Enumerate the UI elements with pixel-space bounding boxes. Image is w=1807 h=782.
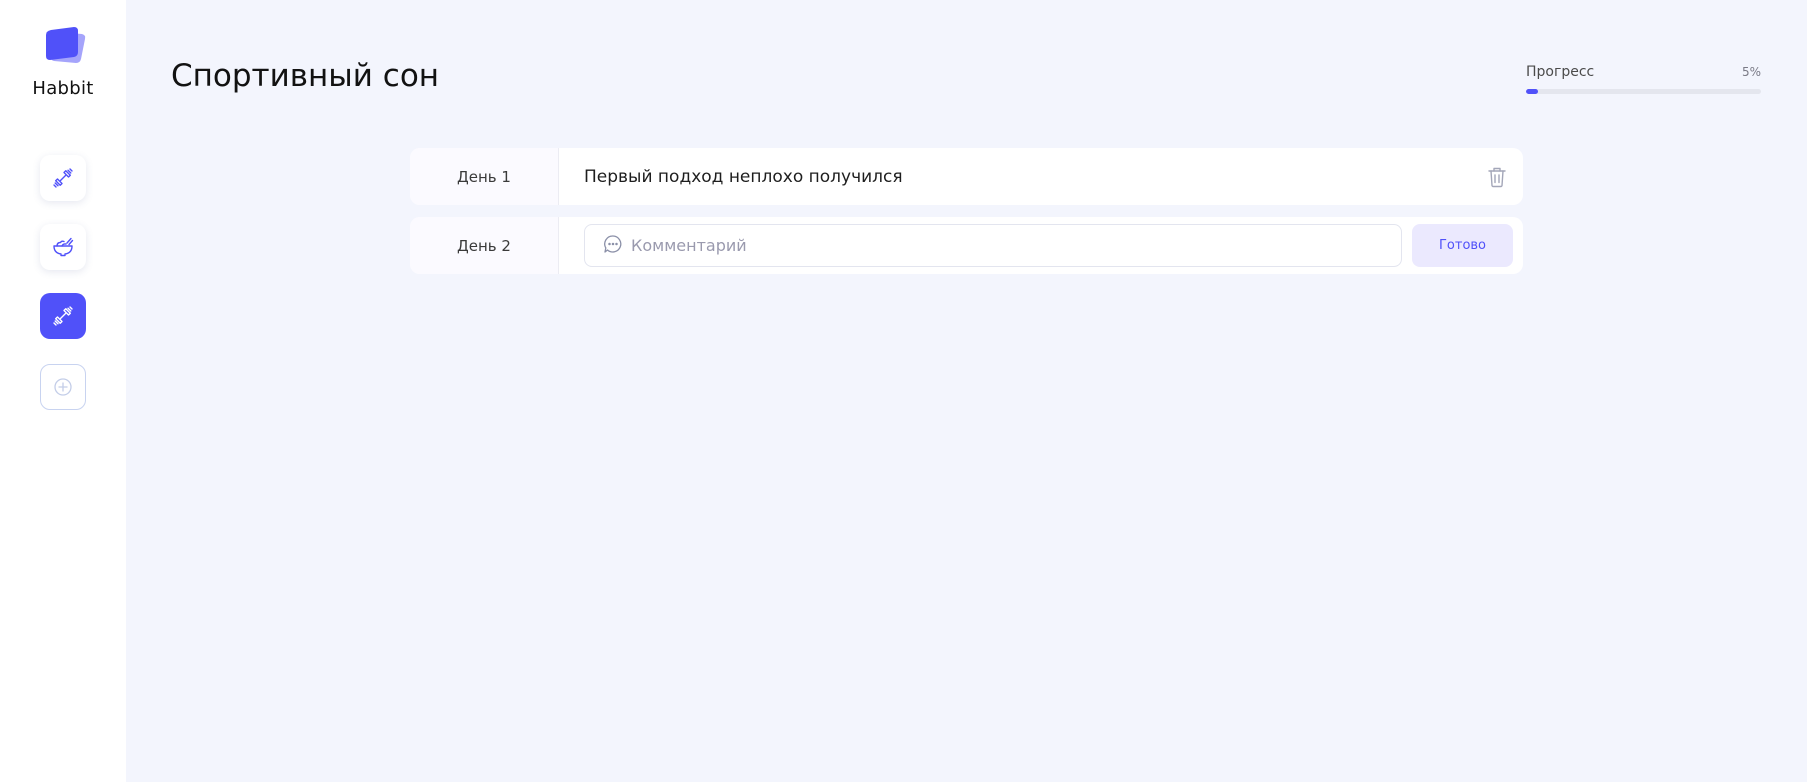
food-bowl-icon — [51, 235, 75, 259]
comment-input[interactable] — [631, 236, 1391, 255]
app-name: Habbit — [32, 78, 94, 99]
day-row: День 1 Первый подход неплохо получился — [410, 148, 1523, 205]
progress-label: Прогресс — [1526, 64, 1595, 80]
sidebar-item-sport-sleep[interactable] — [40, 293, 86, 339]
dumbbell-icon — [51, 166, 75, 190]
day-row: День 2 Готово — [410, 217, 1523, 274]
sidebar-item-sport-habit[interactable] — [40, 155, 86, 201]
done-button[interactable]: Готово — [1412, 224, 1513, 267]
trash-icon[interactable] — [1487, 166, 1507, 188]
progress: Прогресс 5% — [1526, 64, 1761, 94]
app-logo[interactable]: Habbit — [0, 26, 126, 99]
comment-field[interactable] — [584, 224, 1402, 267]
add-circle-icon — [53, 377, 73, 397]
day-comment: Первый подход неплохо получился — [584, 166, 903, 187]
habbit-logo-icon — [38, 26, 88, 74]
day-label: День 1 — [410, 148, 559, 205]
page-title: Спортивный сон — [171, 58, 440, 94]
progress-percent: 5% — [1741, 65, 1761, 79]
sidebar-item-food-habit[interactable] — [40, 224, 86, 270]
progress-bar-fill — [1526, 89, 1538, 94]
comment-icon — [603, 234, 623, 258]
add-habit-button[interactable] — [40, 364, 86, 410]
sidebar: Habbit — [0, 0, 126, 782]
progress-bar — [1526, 89, 1761, 94]
day-label: День 2 — [410, 217, 559, 274]
dumbbell-icon — [51, 304, 75, 328]
